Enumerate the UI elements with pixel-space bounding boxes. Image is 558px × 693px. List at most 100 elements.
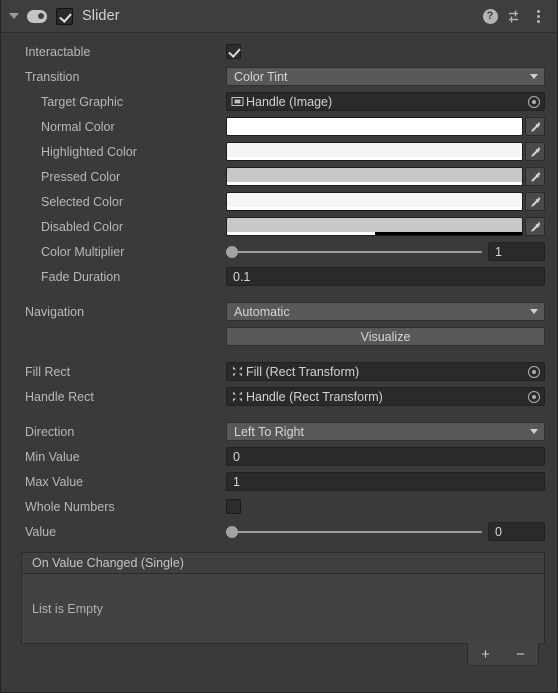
on-value-changed-section: On Value Changed (Single) List is Empty … — [21, 552, 545, 666]
normal-color-alpha-bar — [227, 132, 522, 135]
label-pressed-color: Pressed Color — [41, 169, 121, 184]
row-interactable: Interactable — [1, 39, 557, 64]
transition-dropdown[interactable]: Color Tint — [226, 67, 545, 86]
field-max-value: 1 — [226, 472, 557, 491]
section-gap-2 — [1, 349, 557, 359]
transition-value: Color Tint — [234, 69, 288, 84]
pressed-color-alpha-bar — [227, 182, 522, 185]
eyedropper-icon — [531, 171, 541, 182]
row-navigation: Navigation Automatic — [1, 299, 557, 324]
event-list-header[interactable]: On Value Changed (Single) — [21, 552, 545, 574]
normal-color-eyedropper-button[interactable] — [525, 117, 545, 136]
row-value: Value 0 — [1, 519, 557, 544]
label-interactable: Interactable — [25, 44, 91, 59]
row-highlighted-color: Highlighted Color — [1, 139, 557, 164]
event-list-footer: + − — [21, 643, 545, 666]
field-direction: Left To Right — [226, 422, 557, 441]
rect-transform-icon — [233, 366, 242, 377]
handle-rect-picker-button[interactable] — [526, 389, 542, 405]
field-fill-rect: Fill (Rect Transform) — [226, 362, 557, 381]
inspector-panel: Slider ? Interactable Transition Color T… — [0, 0, 558, 693]
color-multiplier-input[interactable]: 1 — [488, 242, 545, 261]
eyedropper-icon — [531, 221, 541, 232]
label-max-value: Max Value — [25, 474, 84, 489]
interactable-checkbox[interactable] — [226, 44, 241, 59]
navigation-value: Automatic — [234, 304, 290, 319]
max-value-input[interactable]: 1 — [226, 472, 545, 491]
help-icon: ? — [482, 8, 498, 24]
label-min-value: Min Value — [25, 449, 80, 464]
eyedropper-icon — [531, 121, 541, 132]
label-normal-color: Normal Color — [41, 119, 115, 134]
foldout-triangle-icon[interactable] — [9, 13, 19, 19]
context-menu-button[interactable] — [528, 6, 548, 26]
slider-handle[interactable] — [226, 525, 238, 538]
fill-rect-picker-button[interactable] — [526, 364, 542, 380]
add-event-button[interactable]: + — [475, 647, 497, 662]
navigation-dropdown[interactable]: Automatic — [226, 302, 545, 321]
label-disabled-color: Disabled Color — [41, 219, 123, 234]
remove-event-button[interactable]: − — [510, 647, 532, 662]
component-header[interactable]: Slider ? — [1, 0, 557, 33]
component-enabled-checkbox[interactable] — [56, 7, 73, 25]
label-fill-rect: Fill Rect — [25, 364, 71, 379]
direction-value: Left To Right — [234, 424, 304, 439]
selected-color-eyedropper-button[interactable] — [525, 192, 545, 211]
field-selected-color — [226, 192, 557, 211]
min-value-input[interactable]: 0 — [226, 447, 545, 466]
preset-button[interactable] — [504, 6, 524, 26]
fill-rect-object-field[interactable]: Fill (Rect Transform) — [226, 362, 545, 381]
target-graphic-picker-button[interactable] — [526, 94, 542, 110]
disabled-color-eyedropper-button[interactable] — [525, 217, 545, 236]
row-normal-color: Normal Color — [1, 114, 557, 139]
highlighted-color-eyedropper-button[interactable] — [525, 142, 545, 161]
field-value: 0 — [226, 522, 557, 541]
field-color-multiplier: 1 — [226, 242, 557, 261]
fade-duration-input[interactable]: 0.1 — [226, 267, 545, 286]
label-target-graphic: Target Graphic — [41, 94, 123, 109]
normal-color-swatch[interactable] — [226, 117, 523, 136]
value-input[interactable]: 0 — [488, 522, 545, 541]
label-color-multiplier: Color Multiplier — [41, 244, 125, 259]
field-target-graphic: Handle (Image) — [226, 92, 557, 111]
handle-rect-object-field[interactable]: Handle (Rect Transform) — [226, 387, 545, 406]
normal-color-fill — [227, 118, 522, 132]
visualize-button[interactable]: Visualize — [226, 327, 545, 346]
field-highlighted-color — [226, 142, 557, 161]
slider-component-icon — [27, 9, 47, 23]
target-graphic-object-field[interactable]: Handle (Image) — [226, 92, 545, 111]
color-multiplier-slider[interactable] — [226, 242, 482, 261]
whole-numbers-checkbox[interactable] — [226, 499, 241, 514]
slider-track — [226, 250, 482, 253]
label-value: Value — [25, 524, 57, 539]
rect-transform-icon — [233, 391, 242, 402]
field-navigation: Automatic — [226, 302, 557, 321]
pressed-color-eyedropper-button[interactable] — [525, 167, 545, 186]
slider-handle[interactable] — [226, 245, 238, 258]
label-direction: Direction — [25, 424, 75, 439]
chevron-down-icon — [530, 309, 538, 314]
row-max-value: Max Value 1 — [1, 469, 557, 494]
direction-dropdown[interactable]: Left To Right — [226, 422, 545, 441]
pressed-color-swatch[interactable] — [226, 167, 523, 186]
row-min-value: Min Value 0 — [1, 444, 557, 469]
help-button[interactable]: ? — [480, 6, 500, 26]
row-selected-color: Selected Color — [1, 189, 557, 214]
highlighted-color-swatch[interactable] — [226, 142, 523, 161]
field-whole-numbers — [226, 499, 557, 514]
component-title: Slider — [82, 8, 120, 24]
field-transition: Color Tint — [226, 67, 557, 86]
value-slider[interactable] — [226, 522, 482, 541]
field-pressed-color — [226, 167, 557, 186]
kebab-menu-icon — [536, 9, 540, 23]
selected-color-fill — [227, 193, 522, 207]
event-list-body[interactable]: List is Empty — [21, 574, 545, 644]
field-fade-duration: 0.1 — [226, 267, 557, 286]
row-visualize: Visualize — [1, 324, 557, 349]
row-direction: Direction Left To Right — [1, 419, 557, 444]
selected-color-swatch[interactable] — [226, 192, 523, 211]
disabled-color-swatch[interactable] — [226, 217, 523, 236]
disabled-color-alpha-bar — [227, 232, 522, 235]
row-handle-rect: Handle Rect Handle (Rect Transform) — [1, 384, 557, 409]
row-whole-numbers: Whole Numbers — [1, 494, 557, 519]
